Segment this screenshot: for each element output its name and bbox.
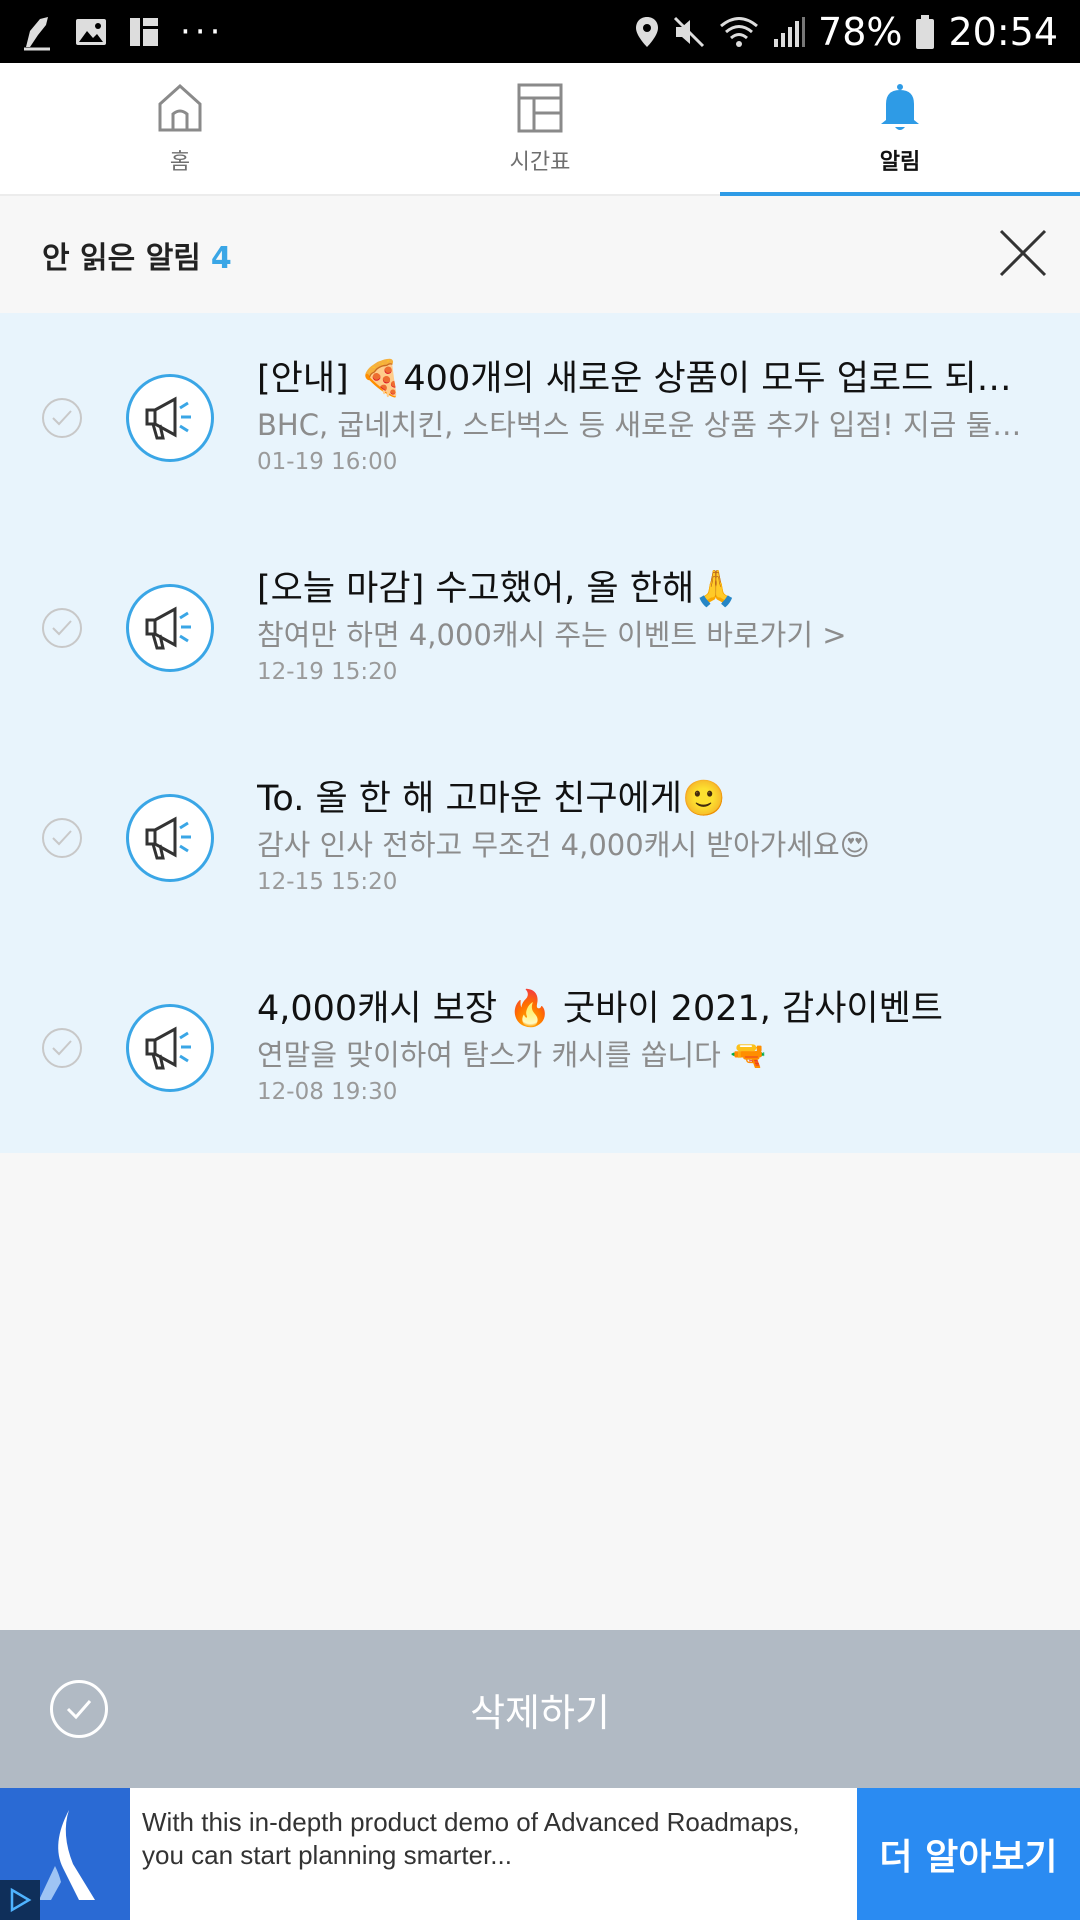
battery-icon (914, 14, 936, 50)
tab-home-label: 홈 (169, 149, 191, 175)
calendar-icon (128, 16, 160, 48)
select-checkbox[interactable] (42, 398, 82, 438)
select-all-checkbox[interactable] (50, 1680, 108, 1738)
app-icon (20, 13, 54, 51)
tab-bar: 홈 시간표 알림 (0, 63, 1080, 196)
notification-body: 감사 인사 전하고 무조건 4,000캐시 받아가세요😍 (257, 828, 870, 862)
status-bar: ··· 78% 20:54 (0, 0, 1080, 63)
notification-body: 참여만 하면 4,000캐시 주는 이벤트 바로가기 > (257, 618, 847, 652)
notification-time: 01-19 16:00 (257, 449, 398, 475)
notification-list: [안내] 🍕400개의 새로운 상품이 모두 업로드 되었어요 BHC, 굽네치… (0, 313, 1080, 1153)
notification-item[interactable]: 4,000캐시 보장 🔥 굿바이 2021, 감사이벤트 연말을 맞이하여 탐스… (0, 943, 1080, 1153)
ad-banner[interactable]: With this in-depth product demo of Advan… (0, 1788, 1080, 1920)
more-notifications-icon: ··· (180, 11, 225, 52)
select-checkbox[interactable] (42, 608, 82, 648)
delete-button[interactable]: 삭제하기 (470, 1682, 610, 1737)
timetable-icon (516, 82, 564, 138)
status-bar-right: 78% 20:54 (634, 10, 1058, 54)
notification-time: 12-19 15:20 (257, 659, 398, 685)
notification-item[interactable]: [오늘 마감] 수고했어, 올 한해🙏 참여만 하면 4,000캐시 주는 이벤… (0, 523, 1080, 733)
status-bar-left: ··· (20, 13, 224, 51)
notification-title: [안내] 🍕400개의 새로운 상품이 모두 업로드 되었어요 (257, 359, 1040, 399)
location-icon (634, 15, 660, 49)
megaphone-icon (126, 794, 214, 882)
unread-count: 4 (210, 240, 232, 276)
tab-notifications[interactable]: 알림 (720, 63, 1080, 196)
ad-logo[interactable] (0, 1788, 130, 1920)
notification-title: 4,000캐시 보장 🔥 굿바이 2021, 감사이벤트 (257, 989, 944, 1029)
ad-text[interactable]: With this in-depth product demo of Advan… (130, 1788, 857, 1920)
notification-title: To. 올 한 해 고마운 친구에게🙂 (257, 779, 726, 819)
mute-icon (672, 15, 706, 49)
battery-percent: 78% (818, 9, 903, 54)
notification-time: 12-15 15:20 (257, 869, 398, 895)
notification-time: 12-08 19:30 (257, 1079, 398, 1105)
notification-body: BHC, 굽네치킨, 스타벅스 등 새로운 상품 추가 입점! 지금 둘러보세요 (257, 408, 1040, 442)
unread-title-text: 안 읽은 알림 (42, 240, 201, 276)
notification-item[interactable]: [안내] 🍕400개의 새로운 상품이 모두 업로드 되었어요 BHC, 굽네치… (0, 313, 1080, 523)
close-icon[interactable] (998, 228, 1048, 282)
bell-icon (876, 82, 924, 138)
megaphone-icon (126, 584, 214, 672)
notification-content: 4,000캐시 보장 🔥 굿바이 2021, 감사이벤트 연말을 맞이하여 탐스… (257, 987, 1040, 1105)
gallery-icon (74, 16, 108, 48)
select-checkbox[interactable] (42, 1028, 82, 1068)
notification-body: 연말을 맞이하여 탐스가 캐시를 쏩니다 🔫 (257, 1038, 767, 1072)
tab-notifications-label: 알림 (879, 149, 921, 175)
notification-item[interactable]: To. 올 한 해 고마운 친구에게🙂 감사 인사 전하고 무조건 4,000캐… (0, 733, 1080, 943)
megaphone-icon (126, 1004, 214, 1092)
unread-title: 안 읽은 알림 4 (42, 233, 232, 277)
notification-title: [오늘 마감] 수고했어, 올 한해🙏 (257, 569, 738, 609)
signal-icon (772, 15, 806, 49)
unread-header: 안 읽은 알림 4 (0, 196, 1080, 313)
home-icon (155, 82, 205, 138)
ad-cta-button[interactable]: 더 알아보기 (857, 1788, 1080, 1920)
notification-content: [오늘 마감] 수고했어, 올 한해🙏 참여만 하면 4,000캐시 주는 이벤… (257, 567, 1040, 685)
clock: 20:54 (948, 9, 1058, 54)
tab-timetable[interactable]: 시간표 (360, 63, 720, 194)
tab-timetable-label: 시간표 (509, 149, 571, 175)
delete-bar: 삭제하기 (0, 1630, 1080, 1788)
select-checkbox[interactable] (42, 818, 82, 858)
wifi-icon (718, 15, 760, 49)
ad-choices-icon[interactable] (0, 1880, 40, 1920)
tab-home[interactable]: 홈 (0, 63, 360, 194)
notification-content: [안내] 🍕400개의 새로운 상품이 모두 업로드 되었어요 BHC, 굽네치… (257, 357, 1040, 475)
notification-content: To. 올 한 해 고마운 친구에게🙂 감사 인사 전하고 무조건 4,000캐… (257, 777, 1040, 895)
megaphone-icon (126, 374, 214, 462)
